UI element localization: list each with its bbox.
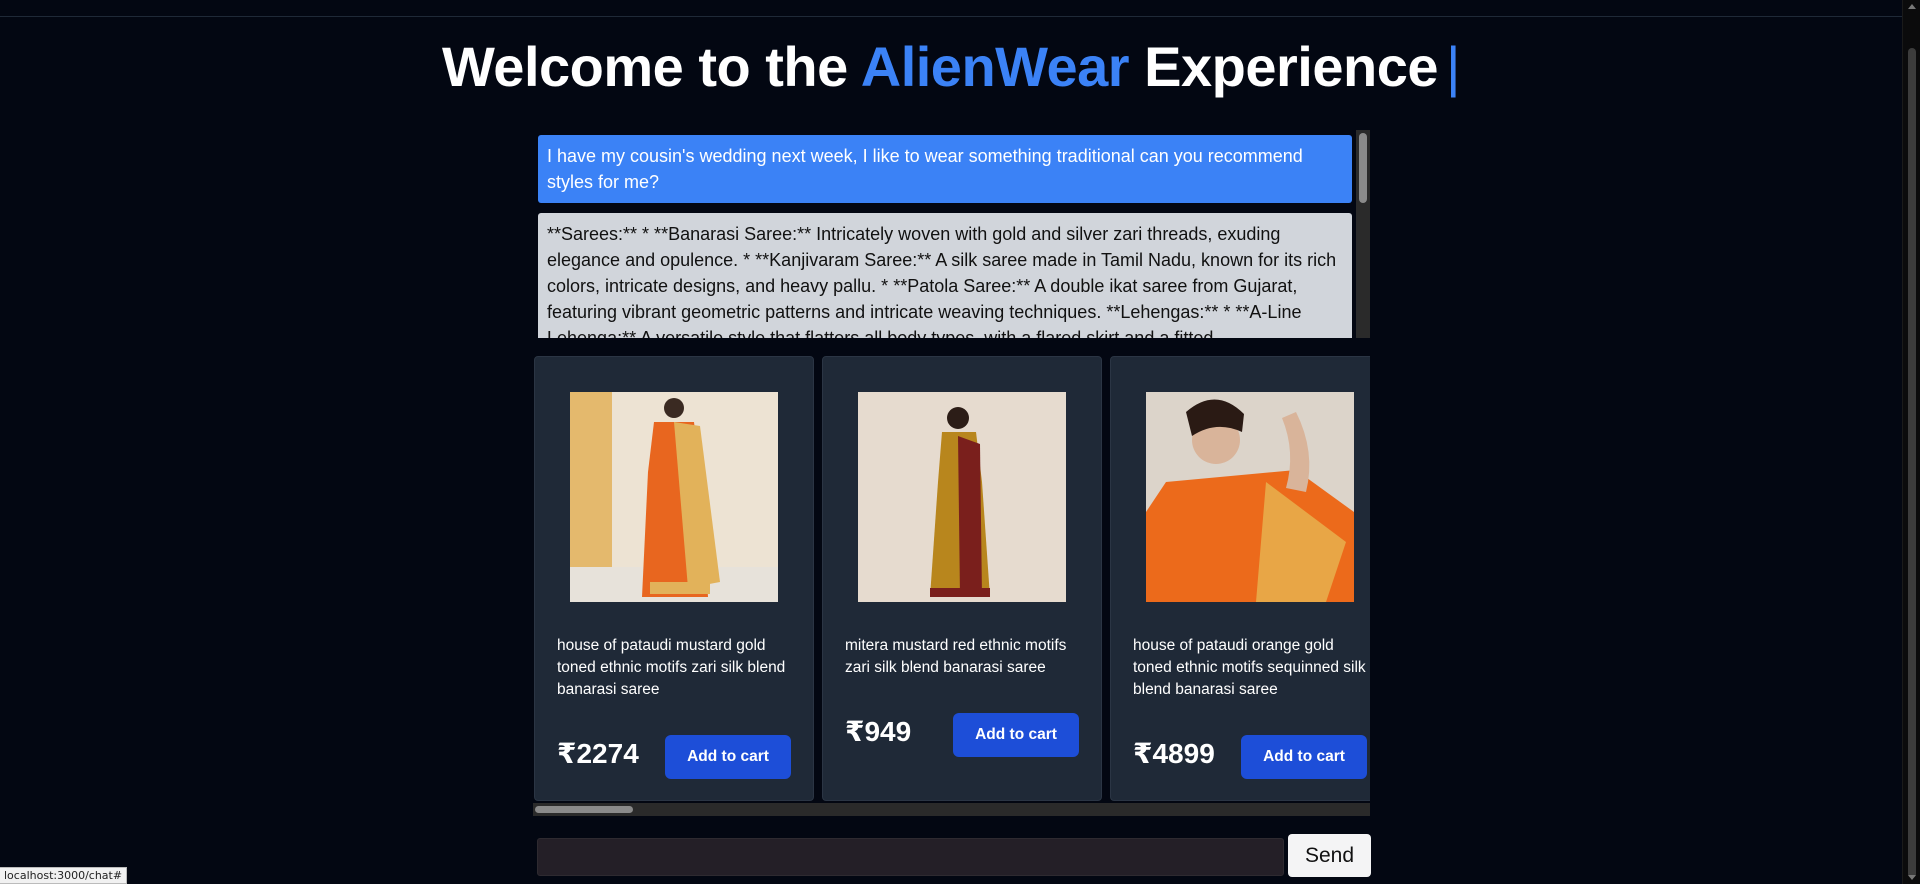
product-name[interactable]: house of pataudi mustard gold toned ethn… — [557, 635, 797, 701]
chat-scrollbar-thumb[interactable] — [1359, 133, 1367, 203]
title-suffix: Experience — [1129, 35, 1438, 98]
saree-photo-2 — [858, 392, 1066, 602]
product-image[interactable] — [858, 392, 1066, 602]
product-price: ₹2274 — [557, 738, 639, 769]
page-title: Welcome to the AlienWear Experience | — [0, 34, 1902, 99]
product-image[interactable] — [570, 392, 778, 602]
title-prefix: Welcome to the — [441, 35, 861, 98]
carousel-scrollbar-thumb[interactable] — [535, 806, 633, 813]
assistant-message: **Sarees:** * **Banarasi Saree:** Intric… — [538, 213, 1352, 338]
message-input[interactable] — [537, 838, 1284, 876]
product-name[interactable]: mitera mustard red ethnic motifs zari si… — [845, 635, 1085, 679]
add-to-cart-button[interactable]: Add to cart — [1241, 735, 1367, 779]
chat-log[interactable]: I have my cousin's wedding next week, I … — [536, 130, 1370, 338]
send-button[interactable]: Send — [1288, 834, 1371, 877]
product-card[interactable]: house of pataudi mustard gold toned ethn… — [534, 356, 814, 801]
brand-name: AlienWear — [860, 35, 1130, 98]
status-bar-url: localhost:3000/chat# — [0, 867, 128, 884]
scroll-up-arrow-icon[interactable] — [1908, 4, 1916, 9]
top-bar — [0, 0, 1902, 17]
product-name[interactable]: house of pataudi orange gold toned ethni… — [1133, 635, 1370, 701]
page-scrollbar-thumb[interactable] — [1908, 48, 1916, 878]
saree-photo-1 — [570, 392, 778, 602]
product-card[interactable]: house of pataudi orange gold toned ethni… — [1110, 356, 1370, 801]
product-carousel[interactable]: house of pataudi mustard gold toned ethn… — [533, 356, 1370, 816]
add-to-cart-button[interactable]: Add to cart — [953, 713, 1079, 757]
carousel-scrollbar[interactable] — [533, 803, 1370, 816]
typing-cursor: | — [1446, 35, 1461, 98]
saree-photo-3 — [1146, 392, 1354, 602]
add-to-cart-button[interactable]: Add to cart — [665, 735, 791, 779]
user-message: I have my cousin's wedding next week, I … — [538, 135, 1352, 203]
scroll-down-arrow-icon[interactable] — [1908, 875, 1916, 880]
product-card[interactable]: mitera mustard red ethnic motifs zari si… — [822, 356, 1102, 801]
product-price: ₹4899 — [1133, 738, 1215, 769]
product-price: ₹949 — [845, 716, 912, 747]
product-image[interactable] — [1146, 392, 1354, 602]
chat-scrollbar[interactable] — [1356, 130, 1370, 338]
page-scrollbar[interactable] — [1902, 0, 1920, 884]
